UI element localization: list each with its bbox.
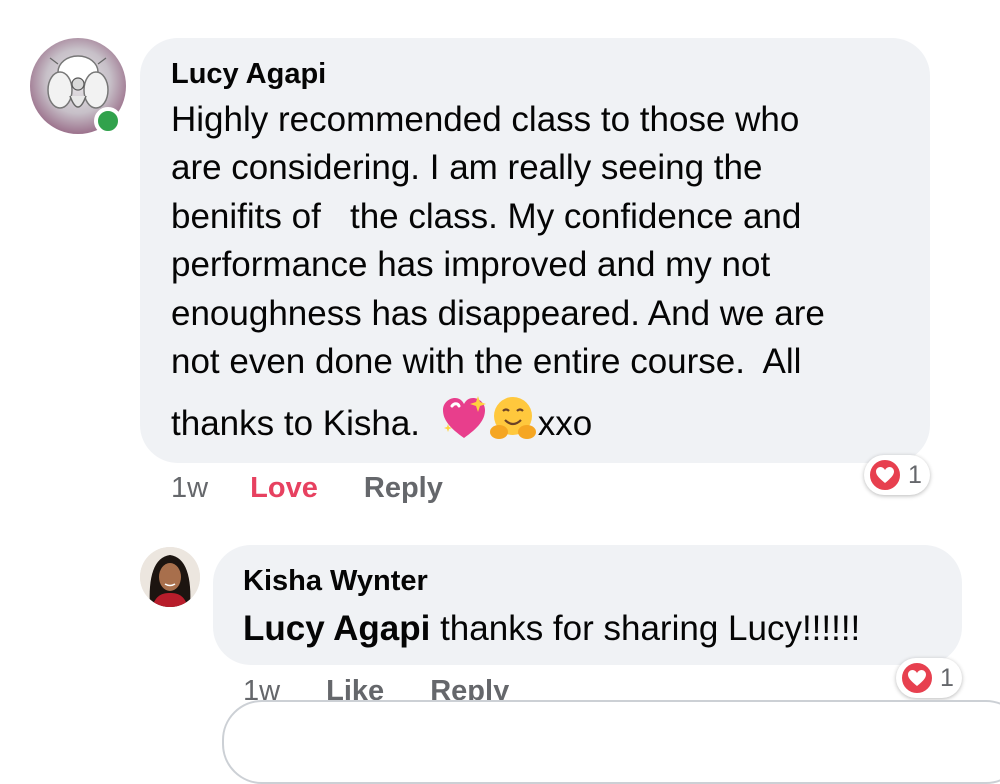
comment-text-line: benifits of the class. My confidence and [171, 196, 802, 236]
reply-button[interactable]: Reply [364, 472, 443, 504]
reaction-summary[interactable]: 1 [864, 455, 930, 495]
comment-text-line: performance has improved and my not [171, 245, 771, 285]
comment-actions: 1w Love Reply [171, 472, 443, 505]
online-status-dot [94, 107, 122, 135]
comment-author-name[interactable]: Lucy Agapi [171, 58, 326, 91]
comment-text: Highly recommended class to those who ar… [171, 96, 921, 456]
reaction-count: 1 [908, 460, 922, 489]
reply-text: Lucy Agapi thanks for sharing Lucy!!!!!! [243, 605, 860, 653]
reply-text-body: thanks for sharing Lucy!!!!!! [440, 609, 861, 648]
reply-reaction-summary[interactable]: 1 [896, 658, 962, 698]
comment-text-line: Highly recommended class to those who [171, 100, 800, 139]
love-reaction-icon [868, 458, 902, 492]
comment-text-fragment: xxo [537, 404, 593, 444]
write-reply-input[interactable] [222, 700, 1000, 784]
avatar-photo [140, 547, 200, 607]
reaction-count: 1 [940, 663, 954, 692]
comment-timestamp[interactable]: 1w [171, 472, 208, 504]
avatar-kisha-wynter[interactable] [140, 547, 200, 607]
reply-author-name[interactable]: Kisha Wynter [243, 565, 428, 598]
comment-text-line: enoughness has disappeared. And we are [171, 293, 825, 333]
hugging-face-emoji [488, 396, 538, 455]
sparkling-heart-emoji [440, 396, 488, 455]
comment-text-line: not even done with the entire course. Al… [171, 342, 802, 382]
love-button[interactable]: Love [250, 472, 318, 504]
comment-text-fragment: thanks to Kisha. [171, 404, 421, 444]
love-reaction-icon [900, 661, 934, 695]
comment-text-line: are considering. I am really seeing the [171, 148, 763, 188]
mention-link[interactable]: Lucy Agapi [243, 609, 430, 648]
comment-text-last-line: thanks to Kisha. xxo [171, 396, 921, 455]
